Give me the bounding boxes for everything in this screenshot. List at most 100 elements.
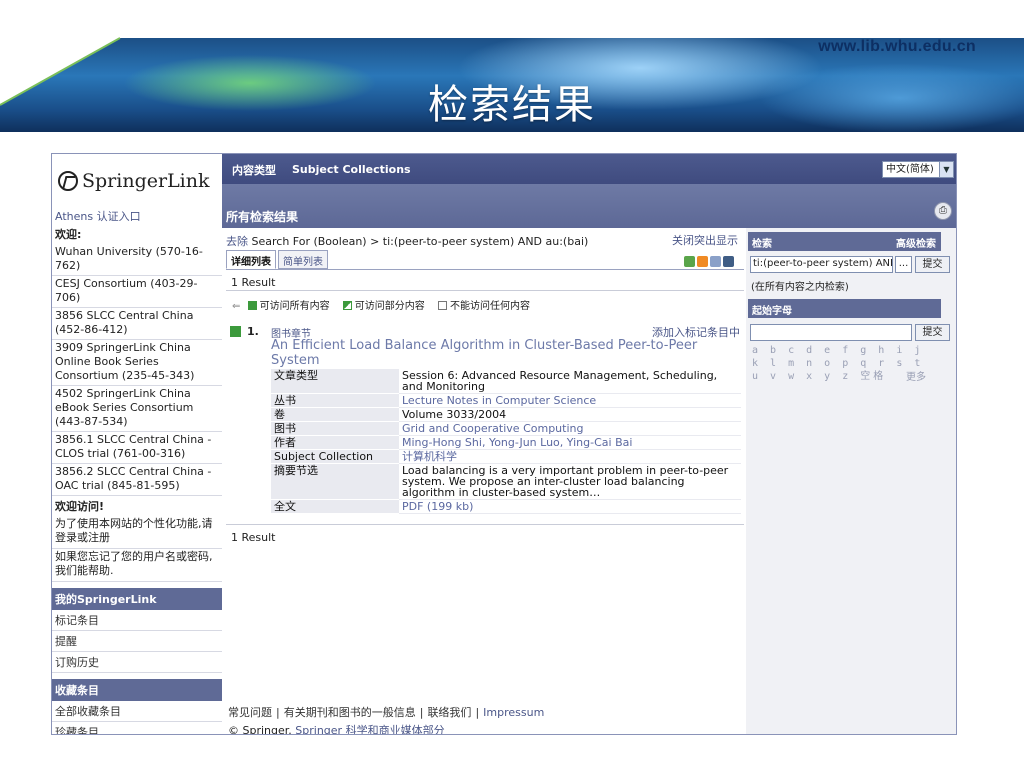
slide-url: www.lib.whu.edu.cn	[818, 38, 976, 55]
springer-sbm-link[interactable]: Springer 科学和商业媒体部分	[295, 724, 444, 734]
alphabet-links[interactable]: a b c d e f g h i j k l m n o p q r s t …	[752, 344, 927, 383]
forgot-password-link[interactable]: 如果您忘记了您的用户名或密码,我们能帮助.	[52, 549, 222, 582]
divider	[226, 524, 744, 525]
result-number: 1.	[247, 325, 259, 338]
field-key: 丛书	[271, 393, 399, 408]
letter-search-input[interactable]	[750, 324, 912, 341]
institution-item: CESJ Consortium (403-29-706)	[52, 276, 222, 308]
letter-submit-button[interactable]: 提交	[915, 324, 950, 341]
field-value: Volume 3033/2004	[399, 407, 741, 422]
content-type-label[interactable]: 内容类型	[232, 162, 276, 178]
field-key: 全文	[271, 499, 399, 514]
field-key: 作者	[271, 435, 399, 450]
welcome-visit-label: 欢迎访问!	[55, 500, 105, 513]
starting-letter-heading: 起始字母	[748, 299, 941, 318]
top-nav-bar: 内容类型 Subject Collections 中文(简体) ▼	[222, 154, 956, 184]
right-search-panel: 检索 高级检索 ti:(peer-to-peer system) AND ...…	[746, 228, 956, 734]
result-count: 1 Result	[231, 276, 276, 289]
back-arrow-icon: ⇐	[232, 301, 241, 312]
legend-partial-access: 可访问部分内容	[354, 301, 425, 312]
separator: |	[419, 706, 424, 719]
rss-icon[interactable]	[697, 255, 708, 267]
more-link[interactable]: 更多	[906, 368, 926, 383]
result-title-link[interactable]: An Efficient Load Balance Algorithm in C…	[271, 338, 741, 368]
table-row: 作者 Ming-Hong Shi, Yong-Jun Luo, Ying-Cai…	[271, 435, 741, 450]
marked-items-link[interactable]: 标记条目	[52, 610, 222, 631]
general-info-link[interactable]: 有关期刊和图书的一般信息	[284, 706, 416, 719]
full-access-icon	[247, 301, 257, 310]
list-view-tabs: 详细列表 简单列表	[226, 250, 330, 270]
field-key: 卷	[271, 407, 399, 422]
pdf-link[interactable]: PDF (199 kb)	[399, 499, 741, 514]
chevron-down-icon[interactable]: ▼	[939, 162, 953, 177]
institution-item: 3909 SpringerLink China Online Book Seri…	[52, 340, 222, 386]
login-register-link[interactable]: 为了使用本网站的个性化功能,请登录或注册	[52, 516, 222, 549]
favorites-heading: 收藏条目	[52, 679, 222, 701]
subject-collection-link[interactable]: 计算机科学	[399, 449, 741, 464]
access-legend: ⇐ 可访问所有内容 可访问部分内容 不能访问任何内容	[232, 297, 540, 312]
search-breadcrumb: 去除 Search For (Boolean) > ti:(peer-to-pe…	[226, 233, 746, 249]
export-icons	[682, 254, 734, 267]
language-select[interactable]: 中文(简体) ▼	[882, 161, 954, 178]
all-favorites-link[interactable]: 全部收藏条目	[52, 701, 222, 722]
field-key: 摘要节选	[271, 463, 399, 500]
table-row: 摘要节选 Load balancing is a very important …	[271, 463, 741, 500]
institution-item: 3856.2 SLCC Central China - OAC trial (8…	[52, 464, 222, 496]
search-options-button[interactable]: ...	[895, 256, 912, 273]
table-row: 全文 PDF (199 kb)	[271, 499, 741, 514]
institution-item: 3856 SLCC Central China (452-86-412)	[52, 308, 222, 340]
author-link[interactable]: Ming-Hong Shi	[402, 436, 482, 449]
faq-link[interactable]: 常见问题	[228, 706, 272, 719]
springerlink-logo[interactable]: SpringerLink	[58, 170, 210, 192]
alerts-link[interactable]: 提醒	[52, 631, 222, 652]
book-link[interactable]: Grid and Cooperative Computing	[399, 421, 741, 436]
email-icon[interactable]	[710, 255, 721, 267]
print-icon[interactable]: ⎙	[934, 202, 952, 220]
table-row: Subject Collection 计算机科学	[271, 449, 741, 464]
tab-detailed-list[interactable]: 详细列表	[226, 250, 276, 269]
advanced-search-link[interactable]: 高级检索	[896, 235, 936, 250]
series-link[interactable]: Lecture Notes in Computer Science	[399, 393, 741, 408]
search-submit-button[interactable]: 提交	[915, 256, 950, 273]
legend-all-access: 可访问所有内容	[259, 301, 330, 312]
full-access-icon	[230, 326, 241, 337]
authors-cell: Ming-Hong Shi, Yong-Jun Luo, Ying-Cai Ba…	[399, 435, 741, 450]
starting-letter-label: 起始字母	[752, 306, 792, 317]
no-access-icon	[437, 301, 447, 310]
search-input[interactable]: ti:(peer-to-peer system) AND	[750, 256, 893, 273]
treasured-items-link[interactable]: 珍藏条目	[52, 722, 222, 734]
legend-no-access: 不能访问任何内容	[449, 301, 530, 312]
export-icon[interactable]	[684, 255, 695, 267]
remove-search-link[interactable]: 去除	[226, 235, 248, 248]
subject-collections-link[interactable]: Subject Collections	[292, 163, 411, 176]
author-link[interactable]: Ying-Cai Bai	[567, 436, 633, 449]
language-select-value: 中文(简体)	[886, 164, 934, 175]
tab-divider	[226, 269, 744, 270]
save-icon[interactable]	[723, 255, 734, 267]
left-sidebar: Athens 认证入口 欢迎: Wuhan University (570-16…	[52, 206, 222, 734]
institution-item: 4502 SpringerLink China eBook Series Con…	[52, 386, 222, 432]
abstract-excerpt: Load balancing is a very important probl…	[399, 463, 741, 500]
welcome-label: 欢迎:	[55, 228, 82, 241]
separator: |	[475, 706, 480, 719]
partial-access-icon	[342, 301, 352, 310]
athens-login-link[interactable]: Athens 认证入口	[52, 206, 222, 226]
divider	[226, 290, 744, 291]
institution-item: 3856.1 SLCC Central China - CLOS trial (…	[52, 432, 222, 464]
copyright: © Springer. Springer 科学和商业媒体部分	[228, 722, 445, 735]
field-key: 文章类型	[271, 369, 399, 394]
table-row: 图书 Grid and Cooperative Computing	[271, 421, 741, 436]
copyright-prefix: © Springer.	[228, 724, 292, 735]
field-value: Session 6: Advanced Resource Management,…	[399, 369, 741, 394]
close-highlight-link[interactable]: 关闭突出显示	[672, 232, 738, 248]
impressum-link[interactable]: Impressum	[483, 706, 544, 719]
slide-banner: www.lib.whu.edu.cn 检索结果	[0, 0, 1024, 140]
contact-link[interactable]: 联络我们	[427, 706, 471, 719]
institution-item: Wuhan University (570-16-762)	[52, 244, 222, 276]
tab-simple-list[interactable]: 简单列表	[278, 250, 328, 269]
field-key: Subject Collection	[271, 449, 399, 464]
author-link[interactable]: Yong-Jun Luo	[489, 436, 560, 449]
springer-horse-icon	[58, 171, 78, 191]
my-springerlink-heading: 我的SpringerLink	[52, 588, 222, 610]
order-history-link[interactable]: 订购历史	[52, 652, 222, 673]
